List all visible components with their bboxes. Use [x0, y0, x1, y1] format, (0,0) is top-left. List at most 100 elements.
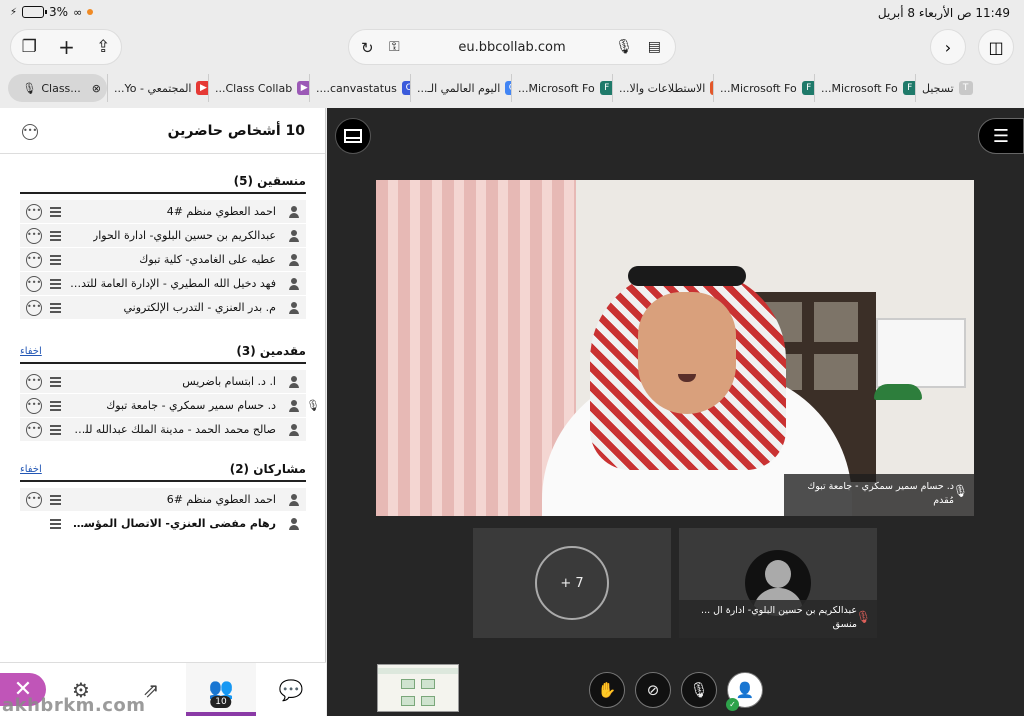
presenters-hide-link[interactable]: اخفاء [20, 346, 42, 357]
attendee-options-icon[interactable] [50, 255, 61, 265]
tab-label: Class Collab... [215, 81, 293, 95]
facilitators-title: منسقين (5) [20, 174, 306, 194]
attendee-row[interactable]: احمد العطوي منظم #4 ••• [20, 200, 306, 224]
tab-favicon-icon: F [599, 81, 612, 95]
mic-toggle-button[interactable]: 🎙 [681, 672, 717, 708]
attendee-options-icon[interactable] [50, 377, 61, 387]
share-icon[interactable]: ⇪ [96, 37, 110, 57]
chat-button[interactable]: 💬 [256, 663, 326, 716]
attendee-name: ا. د. ابتسام باضريس [182, 375, 276, 388]
browser-tab[interactable]: ■الاستطلاعات والا... [612, 74, 713, 102]
person-icon [288, 230, 300, 242]
attendee-row[interactable]: عطيه على الغامدي- كلية تبوك ••• [20, 248, 306, 272]
microphone-icon[interactable]: 🎙 [615, 39, 633, 55]
attendee-more-icon[interactable]: ••• [26, 252, 42, 268]
attendee-name: صالح محمد الحمد - مدينة الملك عبدالله لل… [66, 423, 276, 436]
participant-role: منسق [832, 619, 857, 630]
attendee-options-icon[interactable] [50, 207, 61, 217]
chevron-right-icon: › [944, 37, 952, 57]
person-icon [288, 278, 300, 290]
attendee-row[interactable]: احمد العطوي منظم #6 ••• [20, 488, 306, 512]
attendee-row[interactable]: صالح محمد الحمد - مدينة الملك عبدالله لل… [20, 418, 306, 442]
person-icon [288, 518, 300, 530]
attendee-options-icon[interactable] [50, 303, 61, 313]
attendee-name: احمد العطوي منظم #4 [166, 205, 276, 218]
reload-icon[interactable]: ↻ [361, 39, 374, 57]
browser-tab[interactable]: ▶ Class Collab... [208, 74, 309, 102]
media-controls: ✋ ⊘ 🎙 👤 ✓ [589, 672, 763, 711]
reader-icon[interactable]: ▤ [648, 39, 661, 55]
browser-tab[interactable]: F Microsoft Fo... [511, 74, 612, 102]
shared-content-thumbnail[interactable] [377, 664, 459, 712]
panel-more-icon[interactable]: ••• [22, 124, 38, 140]
attendees-header: 10 أشخاص حاضرين ••• [0, 108, 325, 154]
attendee-row[interactable]: م. بدر العنزي - التدرب الإلكتروني ••• [20, 296, 306, 320]
tab-label: اليوم العالمي الـ... [417, 81, 501, 95]
presenters-section: مقدمين (3) اخفاء ا. د. ابتسام باضريس ••• د… [20, 344, 320, 442]
browser-tab[interactable]: F Microsoft Fo... [814, 74, 915, 102]
watermark: akhbrkm.com [2, 695, 146, 716]
browser-tab[interactable]: Gاليوم العالمي الـ... [410, 74, 511, 102]
attendee-options-icon[interactable] [50, 425, 61, 435]
attendee-name: رهام مفضى العنزي- الاتصال المؤسسي #3 [66, 517, 276, 530]
participant-tile[interactable]: 🎙 عبدالكريم بن حسين البلوي- ادارة ال ...… [679, 528, 877, 638]
participants-section: مشاركان (2) اخفاء احمد العطوي منظم #6 •••… [20, 462, 306, 536]
status-time: 11:49 ص الأربعاء 8 أبريل [877, 6, 1010, 20]
attendee-more-icon[interactable]: ••• [26, 300, 42, 316]
address-bar[interactable]: ↻ ⚿ eu.bbcollab.com 🎙 ▤ [348, 29, 676, 65]
session-menu-button[interactable]: ☰ [978, 118, 1024, 154]
mic-off-icon: 🎙 [689, 681, 709, 699]
mic-on-icon: 🎙 [952, 484, 968, 498]
participant-caption: 🎙 عبدالكريم بن حسين البلوي- ادارة ال ...… [679, 600, 877, 638]
browser-tab-bar: T تسجيل F Microsoft Fo... F Microsoft Fo... ■ا… [0, 72, 1024, 104]
attendee-row[interactable]: رهام مفضى العنزي- الاتصال المؤسسي #3 [20, 512, 306, 536]
attendees-count-badge: 10 [210, 696, 232, 708]
attendee-options-icon[interactable] [50, 401, 61, 411]
more-participants-tile[interactable]: + 7 [473, 528, 671, 638]
attendee-more-icon[interactable]: ••• [26, 374, 42, 390]
my-status-button[interactable]: 👤 ✓ [726, 672, 763, 711]
attendee-row[interactable]: فهد دخيل الله المطيري - الإدارة العامة ل… [20, 272, 306, 296]
video-stage: ☰ 🎙 د. حسام سمير سمكري - جامعة تبوك مُقد… [327, 108, 1024, 716]
participants-hide-link[interactable]: اخفاء [20, 464, 42, 475]
more-count: + 7 [535, 546, 609, 620]
layout-button[interactable] [335, 118, 371, 154]
attendee-name: م. بدر العنزي - التدرب الإلكتروني [123, 301, 276, 314]
attendee-more-icon[interactable]: ••• [26, 398, 42, 414]
attendee-row[interactable]: ا. د. ابتسام باضريس ••• [20, 370, 306, 394]
attendee-more-icon[interactable]: ••• [26, 204, 42, 220]
attendee-options-icon[interactable] [50, 495, 61, 505]
browser-tab[interactable]: F Microsoft Fo... [713, 74, 814, 102]
browser-tab[interactable]: Ccanvastatus.... [309, 74, 410, 102]
browser-tab[interactable]: ▶ المجتمعي - Yo... [107, 74, 208, 102]
sidebar-toggle-button[interactable]: ◫ [978, 29, 1014, 65]
new-tab-icon[interactable]: + [58, 35, 75, 59]
attendee-options-icon[interactable] [50, 279, 61, 289]
browser-tab[interactable]: 🎙 Class... ⊗ [7, 74, 107, 102]
charging-icon: ⚡ [10, 6, 18, 18]
attendee-name: عطيه على الغامدي- كلية تبوك [139, 253, 276, 266]
attendee-name: عبدالكريم بن حسين البلوي- ادارة الحوار [92, 229, 276, 242]
attendee-row[interactable]: عبدالكريم بن حسين البلوي- ادارة الحوار ••… [20, 224, 306, 248]
person-icon [288, 206, 300, 218]
attendees-button[interactable]: 👥 10 [186, 663, 256, 716]
tabs-overview-icon[interactable]: ❐ [22, 37, 37, 57]
attendee-more-icon[interactable]: ••• [26, 492, 42, 508]
attendee-more-icon[interactable]: ••• [26, 422, 42, 438]
attendee-more-icon[interactable]: ••• [26, 228, 42, 244]
attendee-name: فهد دخيل الله المطيري - الإدارة العامة ل… [66, 277, 276, 290]
raise-hand-button[interactable]: ✋ [589, 672, 625, 708]
browser-tab[interactable]: T تسجيل [915, 74, 1016, 102]
check-icon: ✓ [726, 698, 739, 711]
attendee-row[interactable]: د. حسام سمير سمكري - جامعة تبوك ••• 🎙 [20, 394, 320, 418]
forward-button[interactable]: › [930, 29, 966, 65]
person-icon [288, 494, 300, 506]
attendee-options-icon[interactable] [50, 231, 61, 241]
attendee-more-icon[interactable]: ••• [26, 276, 42, 292]
attendee-options-icon[interactable] [50, 519, 61, 529]
tab-label: تسجيل [922, 81, 954, 95]
extension-icon[interactable]: ⚿ [389, 39, 400, 55]
person-icon [288, 254, 300, 266]
camera-toggle-button[interactable]: ⊘ [635, 672, 671, 708]
tab-close-icon[interactable]: ⊗ [92, 82, 101, 95]
